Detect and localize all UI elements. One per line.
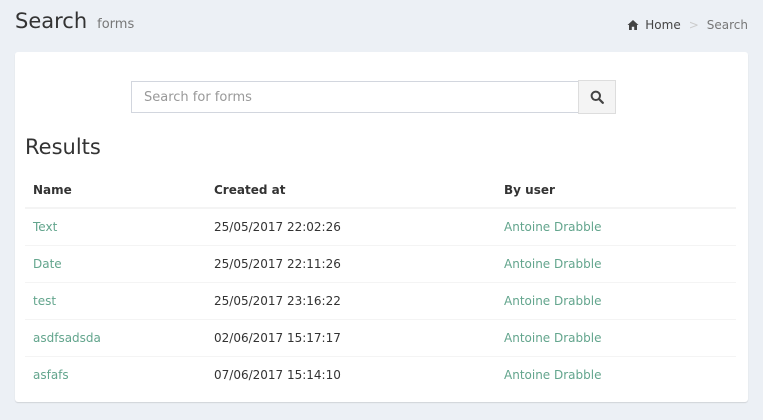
created-at-cell: 02/06/2017 15:17:17	[206, 319, 496, 357]
column-header-created-at: Created at	[206, 173, 496, 209]
breadcrumb-current: Search	[706, 18, 748, 32]
table-row: Text 25/05/2017 22:02:26 Antoine Drabble	[25, 207, 736, 246]
breadcrumb-separator: >	[688, 18, 699, 32]
results-header-row: Name Created at By user	[25, 173, 736, 209]
user-link[interactable]: Antoine Drabble	[504, 257, 601, 271]
page-subtitle: forms	[97, 17, 135, 32]
table-row: test 25/05/2017 23:16:22 Antoine Drabble	[25, 282, 736, 320]
column-header-by-user: By user	[496, 173, 736, 209]
home-icon[interactable]	[627, 19, 639, 31]
user-link[interactable]: Antoine Drabble	[504, 368, 601, 382]
search-button[interactable]	[578, 80, 616, 114]
table-row: Date 25/05/2017 22:11:26 Antoine Drabble	[25, 245, 736, 283]
created-at-cell: 25/05/2017 22:02:26	[206, 207, 496, 246]
breadcrumb: Home > Search	[627, 18, 748, 32]
form-name-link[interactable]: asfafs	[33, 368, 69, 382]
search-icon	[590, 90, 604, 104]
form-name-link[interactable]: Date	[33, 257, 62, 271]
form-name-link[interactable]: test	[33, 294, 56, 308]
form-name-link[interactable]: asdfsadsda	[33, 331, 101, 345]
created-at-cell: 25/05/2017 23:16:22	[206, 282, 496, 320]
search-group	[131, 80, 616, 114]
user-link[interactable]: Antoine Drabble	[504, 294, 601, 308]
table-row: asdfsadsda 02/06/2017 15:17:17 Antoine D…	[25, 319, 736, 357]
user-link[interactable]: Antoine Drabble	[504, 220, 601, 234]
page-title: Search	[15, 9, 88, 33]
created-at-cell: 07/06/2017 15:14:10	[206, 356, 496, 393]
results-table: Name Created at By user Text 25/05/2017 …	[25, 173, 736, 393]
column-header-name: Name	[25, 173, 206, 209]
results-title: Results	[25, 135, 101, 159]
search-box-panel: Results Name Created at By user Text 25/…	[15, 52, 748, 402]
search-input[interactable]	[131, 81, 578, 113]
form-name-link[interactable]: Text	[33, 220, 57, 234]
created-at-cell: 25/05/2017 22:11:26	[206, 245, 496, 283]
breadcrumb-home-link[interactable]: Home	[645, 18, 680, 32]
user-link[interactable]: Antoine Drabble	[504, 331, 601, 345]
table-row: asfafs 07/06/2017 15:14:10 Antoine Drabb…	[25, 356, 736, 393]
page-header: Search forms	[15, 9, 134, 33]
